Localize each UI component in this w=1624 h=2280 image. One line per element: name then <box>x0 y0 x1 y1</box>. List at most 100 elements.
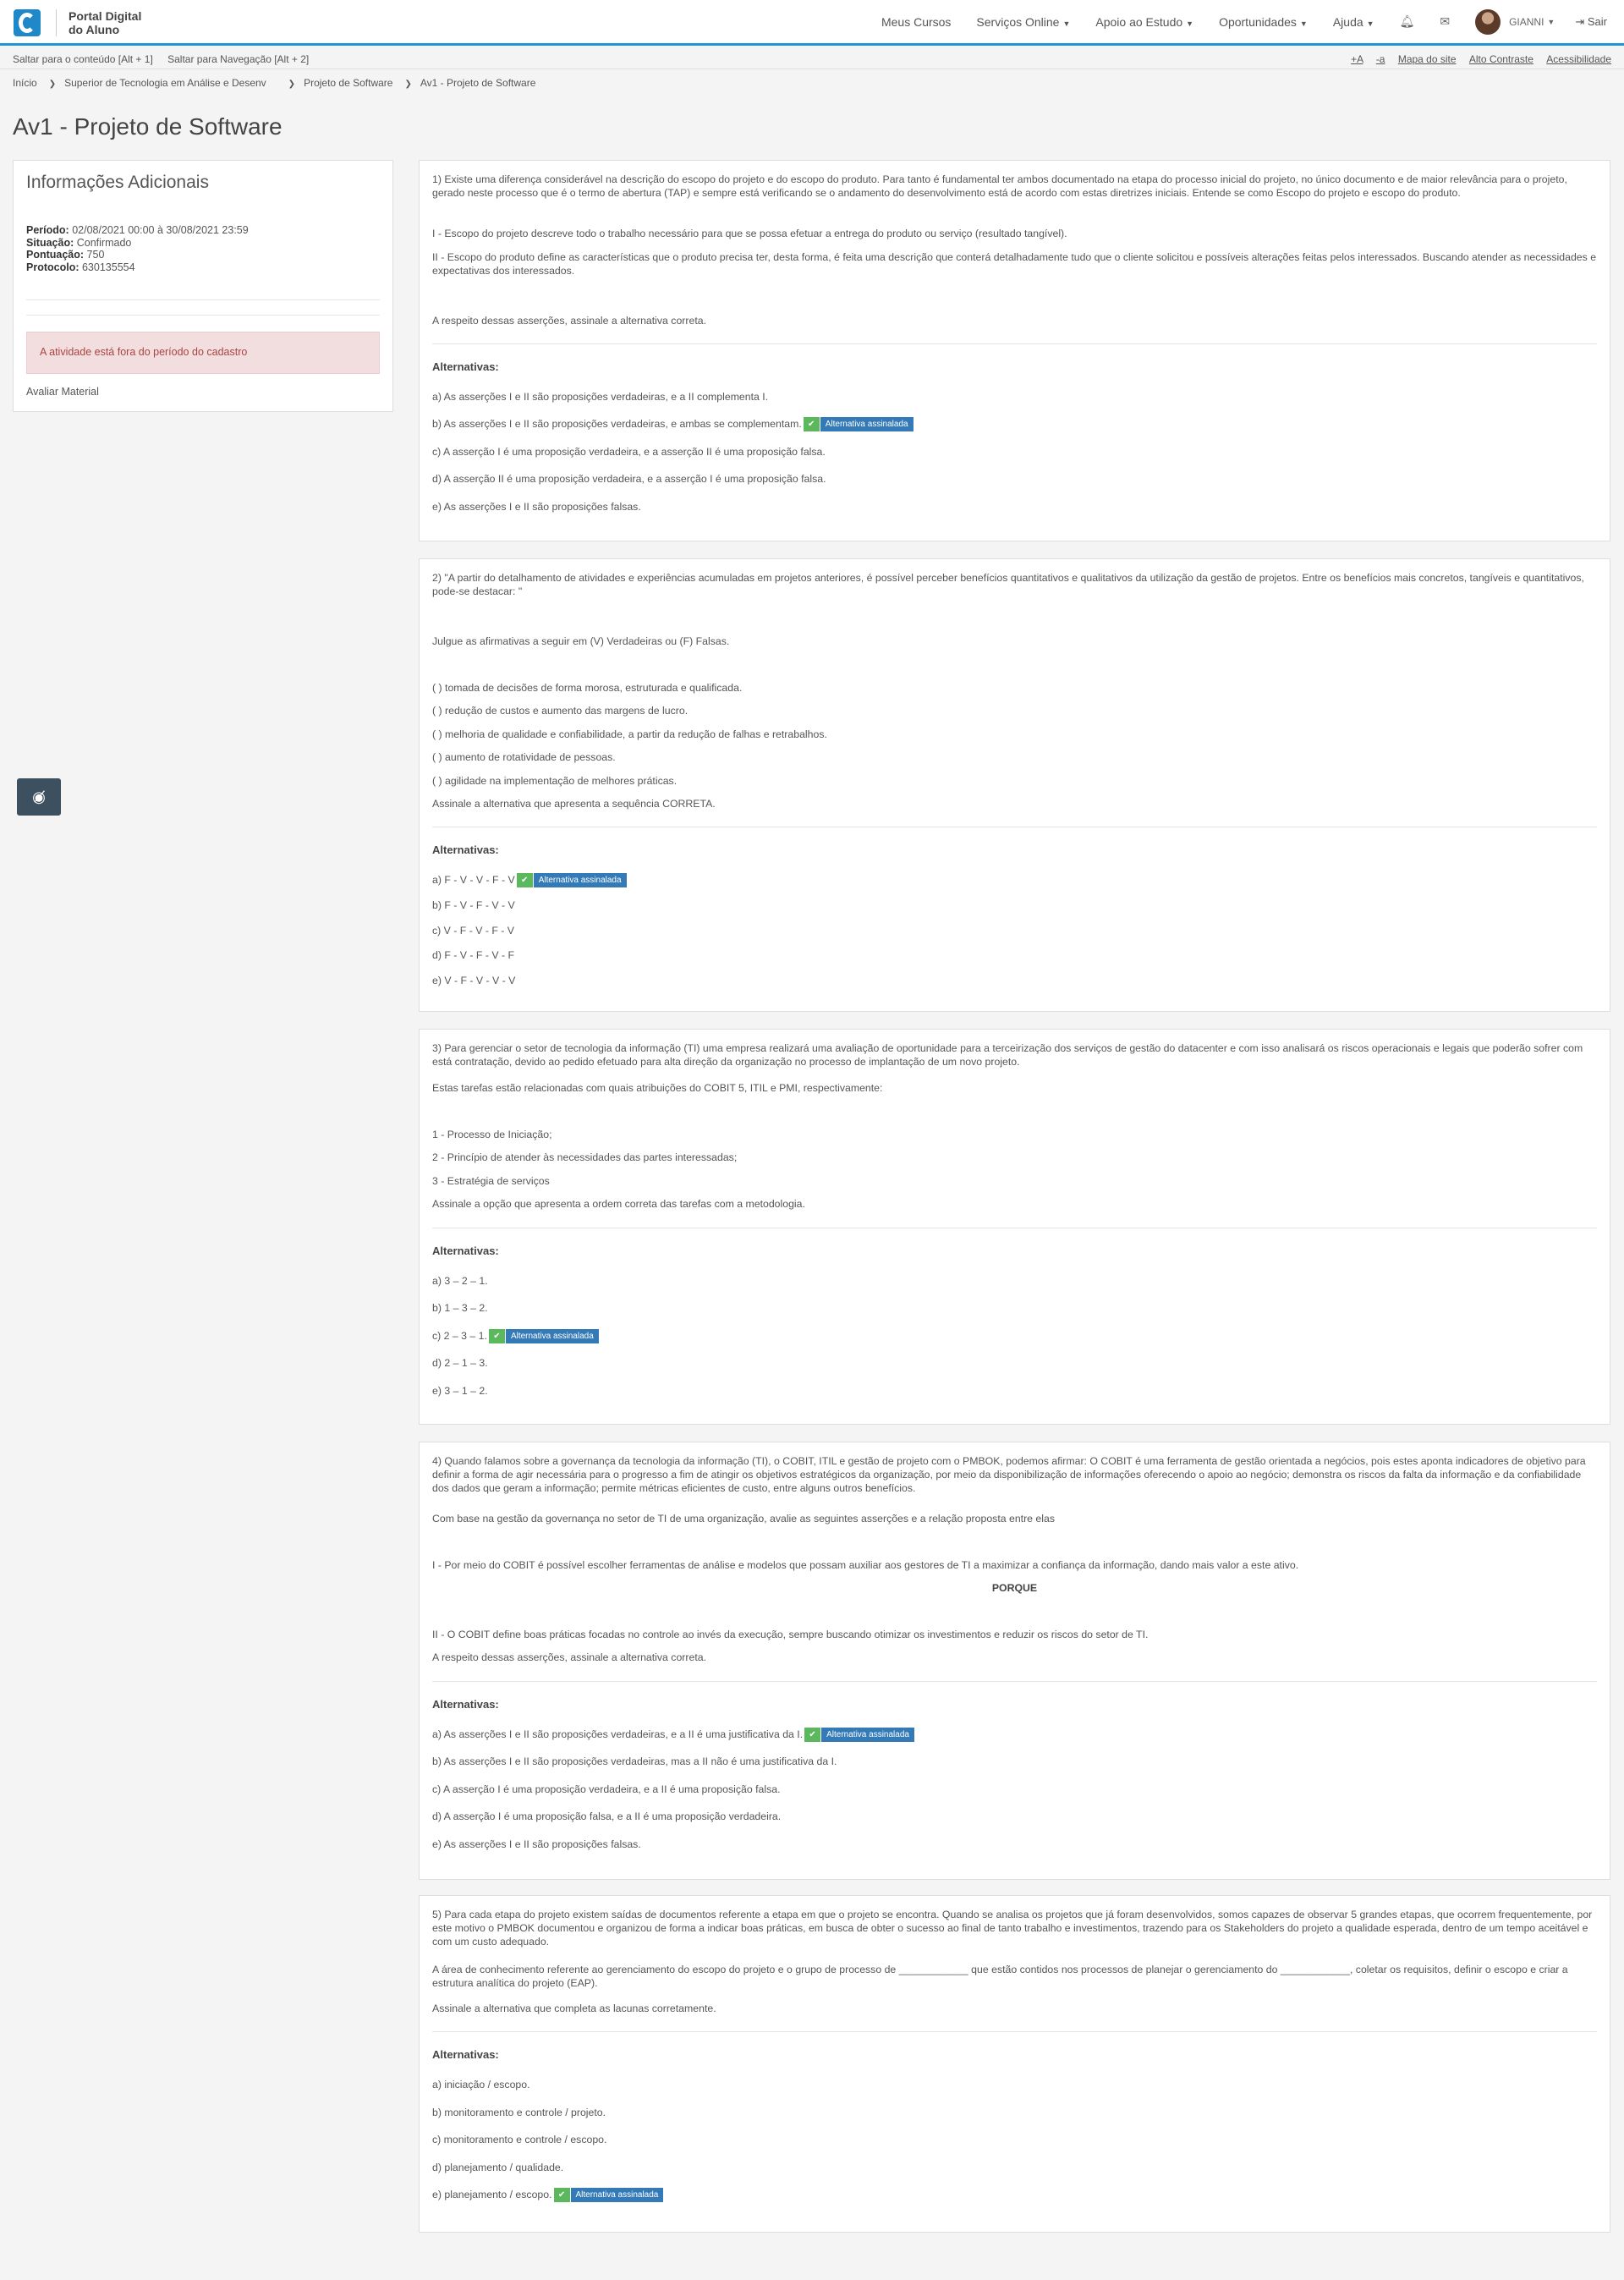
question-card-1: 1) Existe uma diferença considerável na … <box>419 160 1610 541</box>
selected-badge: ✔ Alternativa assinalada <box>488 1329 599 1344</box>
selected-badge-label: Alternativa assinalada <box>505 1329 599 1344</box>
avatar <box>1475 8 1501 35</box>
rate-material-link[interactable]: Avaliar Material <box>26 386 99 398</box>
option-b: b) 1 – 3 – 2. <box>432 1302 488 1314</box>
nav-opportunities[interactable]: Oportunidades ▼ <box>1219 15 1308 29</box>
high-contrast-link[interactable]: Alto Contraste <box>1469 53 1533 65</box>
nav-study-support-label: Apoio ao Estudo <box>1095 14 1183 29</box>
question-text: Julgue as afirmativas a seguir em (V) Ve… <box>432 635 730 647</box>
divider <box>432 343 1597 344</box>
option-c: c) A asserção I é uma proposição verdade… <box>432 1783 781 1795</box>
alternatives-heading: Alternativas: <box>432 1244 499 1257</box>
out-of-period-alert: A atividade está fora do período do cada… <box>26 332 380 374</box>
user-menu[interactable]: GIANNI ▼ <box>1475 8 1555 35</box>
question-text: ( ) aumento de rotatividade de pessoas. <box>432 751 616 763</box>
breadcrumb-discipline[interactable]: Projeto de Software <box>304 77 392 89</box>
option-a-text: a) As asserções I e II são proposições v… <box>432 1728 804 1740</box>
nav-my-courses[interactable]: Meus Cursos <box>881 15 951 29</box>
chevron-right-icon: ❯ <box>48 80 57 89</box>
question-text: 2) "A partir do detalhamento de atividad… <box>432 572 1584 597</box>
question-text: 3) Para gerenciar o setor de tecnologia … <box>432 1042 1583 1068</box>
question-text: A respeito dessas asserções, assinale a … <box>432 1651 706 1663</box>
selected-badge: ✔ Alternativa assinalada <box>516 873 627 888</box>
panel-heading: Informações Adicionais <box>26 173 209 192</box>
breadcrumb-home[interactable]: Início <box>13 77 37 89</box>
check-icon: ✔ <box>488 1329 505 1344</box>
caret-down-icon: ▼ <box>1299 19 1308 28</box>
option-c: c) A asserção I é uma proposição verdade… <box>432 446 826 458</box>
selected-badge-label: Alternativa assinalada <box>570 2188 664 2203</box>
selected-badge-label: Alternativa assinalada <box>821 1728 914 1743</box>
chevron-right-icon: ❯ <box>404 80 412 89</box>
option-e: e) 3 – 1 – 2. <box>432 1385 488 1397</box>
logout-icon: ⇥ <box>1575 14 1585 28</box>
nav-online-services[interactable]: Serviços Online ▼ <box>976 15 1070 29</box>
because-label: PORQUE <box>991 1582 1038 1594</box>
accessibility-bar: Saltar para o conteúdo [Alt + 1] Saltar … <box>0 49 1624 69</box>
option-e-text: e) planejamento / escopo. <box>432 2189 552 2200</box>
caret-down-icon: ▼ <box>1366 19 1374 28</box>
option-e: e) V - F - V - V - V <box>432 975 516 986</box>
logout-button[interactable]: ⇥ Sair <box>1575 15 1607 29</box>
option-e: e) planejamento / escopo. ✔ Alternativa as… <box>432 2188 664 2203</box>
option-a: a) F - V - V - F - V ✔ Alternativa assinal… <box>432 873 627 888</box>
option-b-text: b) As asserções I e II são proposições v… <box>432 418 802 430</box>
question-card-4: 4) Quando falamos sobre a governança da … <box>419 1442 1610 1880</box>
option-a: a) As asserções I e II são proposições v… <box>432 1728 914 1743</box>
page-title: Av1 - Projeto de Software <box>13 113 283 140</box>
question-text: ( ) tomada de decisões de forma morosa, … <box>432 682 743 694</box>
option-a: a) iniciação / escopo. <box>432 2079 530 2090</box>
nav-study-support[interactable]: Apoio ao Estudo ▼ <box>1095 15 1193 29</box>
activity-info: Período: 02/08/2021 00:00 à 30/08/2021 2… <box>26 224 249 273</box>
question-text: A área de conhecimento referente ao gere… <box>432 1964 1568 1989</box>
status-value: Confirmado <box>76 236 132 249</box>
portal-brand[interactable]: Portal Digital do Aluno <box>56 9 149 36</box>
logout-label: Sair <box>1587 14 1607 28</box>
question-text: A respeito dessas asserções, assinale a … <box>432 315 706 327</box>
font-decrease-link[interactable]: -a <box>1376 53 1385 65</box>
selected-badge-label: Alternativa assinalada <box>533 873 627 888</box>
nav-help[interactable]: Ajuda ▼ <box>1333 15 1374 29</box>
skip-to-content-link[interactable]: Saltar para o conteúdo [Alt + 1] <box>13 53 153 65</box>
option-a: a) 3 – 2 – 1. <box>432 1275 488 1287</box>
question-card-2: 2) "A partir do detalhamento de atividad… <box>419 558 1610 1012</box>
selected-badge: ✔ Alternativa assinalada <box>804 1728 914 1743</box>
user-name: GIANNI <box>1509 15 1544 28</box>
option-a-text: a) F - V - V - F - V <box>432 874 515 886</box>
option-d: d) A asserção I é uma proposição falsa, … <box>432 1810 782 1822</box>
option-d: d) A asserção II é uma proposição verdad… <box>432 473 826 485</box>
skip-to-nav-link[interactable]: Saltar para Navegação [Alt + 2] <box>167 53 309 65</box>
protocol-label: Protocolo: <box>26 261 80 273</box>
alternatives-heading: Alternativas: <box>432 2048 499 2061</box>
site-map-link[interactable]: Mapa do site <box>1398 53 1457 65</box>
question-text: Assinale a alternativa que apresenta a s… <box>432 798 716 810</box>
question-card-3: 3) Para gerenciar o setor de tecnologia … <box>419 1029 1610 1425</box>
selected-badge: ✔ Alternativa assinalada <box>803 417 914 432</box>
option-e: e) As asserções I e II são proposições f… <box>432 1838 641 1850</box>
option-c: c) 2 – 3 – 1. ✔ Alternativa assinalada <box>432 1329 599 1344</box>
top-navbar: Portal Digital do Aluno Meus Cursos Serv… <box>0 0 1624 46</box>
envelope-icon[interactable]: ✉ <box>1440 14 1450 29</box>
question-text: 2 - Princípio de atender às necessidades… <box>432 1151 738 1163</box>
font-increase-link[interactable]: +A <box>1351 53 1363 65</box>
nav-help-label: Ajuda <box>1332 14 1363 29</box>
nav-online-services-label: Serviços Online <box>976 14 1060 29</box>
bell-icon[interactable]: 🔔︎ <box>1400 14 1415 29</box>
question-text: Assinale a alternativa que completa as l… <box>432 2003 716 2014</box>
breadcrumb-current: Av1 - Projeto de Software <box>420 77 536 89</box>
accessibility-link[interactable]: Acessibilidade <box>1546 53 1611 65</box>
question-text: I - Por meio do COBIT é possível escolhe… <box>432 1559 1299 1571</box>
breadcrumb-course[interactable]: Superior de Tecnologia em Análise e Dese… <box>64 77 266 89</box>
main-nav: Meus Cursos Serviços Online ▼ Apoio ao Es… <box>881 0 1624 43</box>
alternatives-heading: Alternativas: <box>432 843 499 856</box>
portal-logo-icon[interactable] <box>14 9 41 36</box>
alternatives-heading: Alternativas: <box>432 360 499 373</box>
eye-slash-icon[interactable]: ◉̸ <box>17 778 61 816</box>
question-text: 3 - Estratégia de serviços <box>432 1175 550 1187</box>
divider <box>26 299 380 300</box>
nav-opportunities-label: Oportunidades <box>1219 14 1297 29</box>
check-icon: ✔ <box>553 2188 570 2203</box>
divider <box>432 2031 1597 2032</box>
caret-down-icon: ▼ <box>1186 19 1194 28</box>
check-icon: ✔ <box>803 417 820 432</box>
